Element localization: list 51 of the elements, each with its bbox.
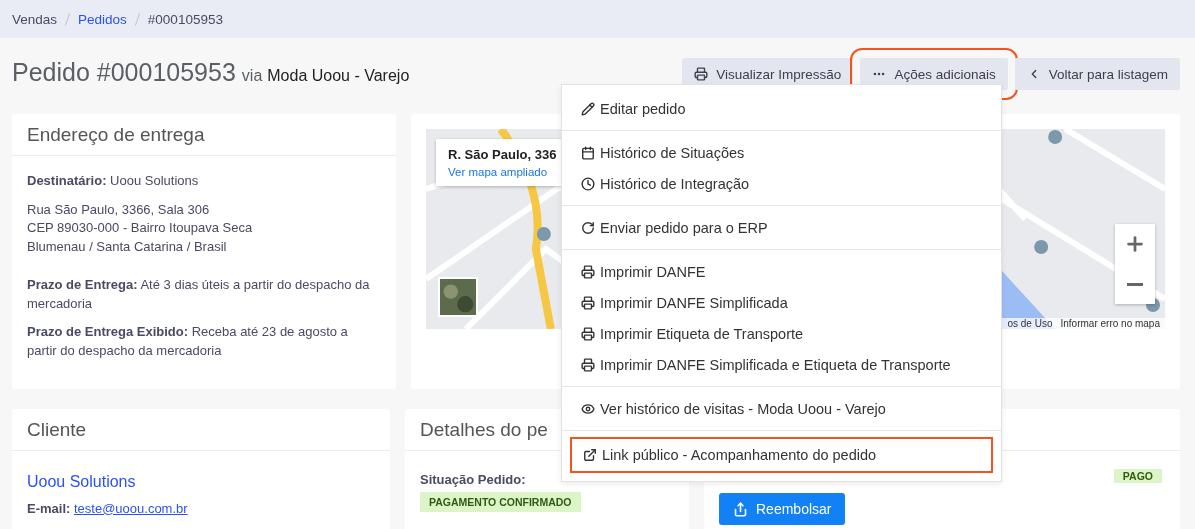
breadcrumb-link[interactable]: Pedidos (78, 11, 127, 27)
via-label: via (241, 67, 263, 84)
store-name: Moda Uoou - Varejo (267, 67, 410, 84)
address-line: CEP 89030-000 - Bairro Itoupava Seca (27, 219, 254, 237)
status-label: Situação Pedido: (420, 471, 527, 489)
action-button[interactable]: Voltar para listagem (1014, 58, 1180, 90)
address-line: Blumenau / Santa Catarina / Brasil (27, 237, 228, 256)
menu-item[interactable]: Histórico de Integração (562, 168, 1001, 199)
address-line: Rua São Paulo, 3366, Sala 306 (27, 200, 211, 219)
card-title: Cliente (12, 409, 390, 451)
clock-icon (581, 176, 595, 191)
printer-icon (581, 326, 595, 341)
printer-icon (581, 264, 595, 279)
minus-icon (1127, 282, 1143, 286)
breadcrumb-item: #000105953 (147, 11, 223, 27)
calendar-icon (581, 145, 595, 160)
plus-icon (1124, 233, 1146, 255)
map-link[interactable]: Ver mapa ampliado (448, 166, 557, 178)
card-title: Endereço de entrega (12, 114, 396, 156)
status-badge: PAGAMENTO CONFIRMADO (420, 491, 581, 512)
breadcrumb-item: Vendas (12, 11, 58, 27)
map-attribution-link[interactable]: Informar erro no mapa (1060, 318, 1160, 329)
menu-item[interactable]: Link público - Acompanhamento do pedido (570, 437, 993, 473)
eye-icon (581, 401, 595, 416)
menu-item[interactable]: Imprimir DANFE Simplificada e Etiqueta de Transporte (562, 349, 1001, 380)
share-icon (733, 501, 748, 517)
refresh-icon (581, 220, 595, 235)
shown-deadline-text: Prazo de Entrega Exibido: Receba até 23 de agosto a partir do despacho da mercadoria (27, 323, 349, 360)
pencil-icon (581, 101, 595, 116)
satellite-thumbnail[interactable] (438, 277, 478, 317)
client-name-link[interactable]: Uoou Solutions (27, 473, 375, 492)
map-address: R. São Paulo, 336 (448, 147, 557, 162)
menu-item[interactable]: Imprimir DANFE (562, 256, 1001, 287)
external-link-icon (583, 448, 597, 462)
recipient-text: Destinatário: Uoou Solutions (27, 172, 200, 190)
menu-item[interactable]: Histórico de Situações (562, 137, 1001, 168)
page-title: Pedido #000105953 (12, 58, 236, 86)
map-attribution-link[interactable]: os de Uso (1007, 318, 1053, 329)
deadline-text: Prazo de Entrega: Até 3 dias úteis a partir do despacho da mercadoria (27, 276, 371, 313)
printer-icon (581, 295, 595, 310)
menu-item[interactable]: Enviar pedido para o ERP (562, 212, 1001, 243)
menu-item[interactable]: Ver histórico de visitas - Moda Uoou - Varejo (562, 393, 1001, 424)
printer-icon (581, 357, 595, 372)
email-link[interactable]: teste@uoou.com.br (73, 500, 188, 516)
email-label: E-mail: (27, 500, 71, 516)
menu-item[interactable]: Imprimir Etiqueta de Transporte (562, 318, 1001, 349)
menu-item[interactable]: Imprimir DANFE Simplificada (562, 287, 1001, 318)
refund-button[interactable]: Reembolsar (719, 493, 846, 525)
payment-badge: PAGO (1113, 469, 1162, 483)
printer-icon (694, 67, 709, 81)
menu-item[interactable]: Editar pedido (562, 93, 1001, 124)
